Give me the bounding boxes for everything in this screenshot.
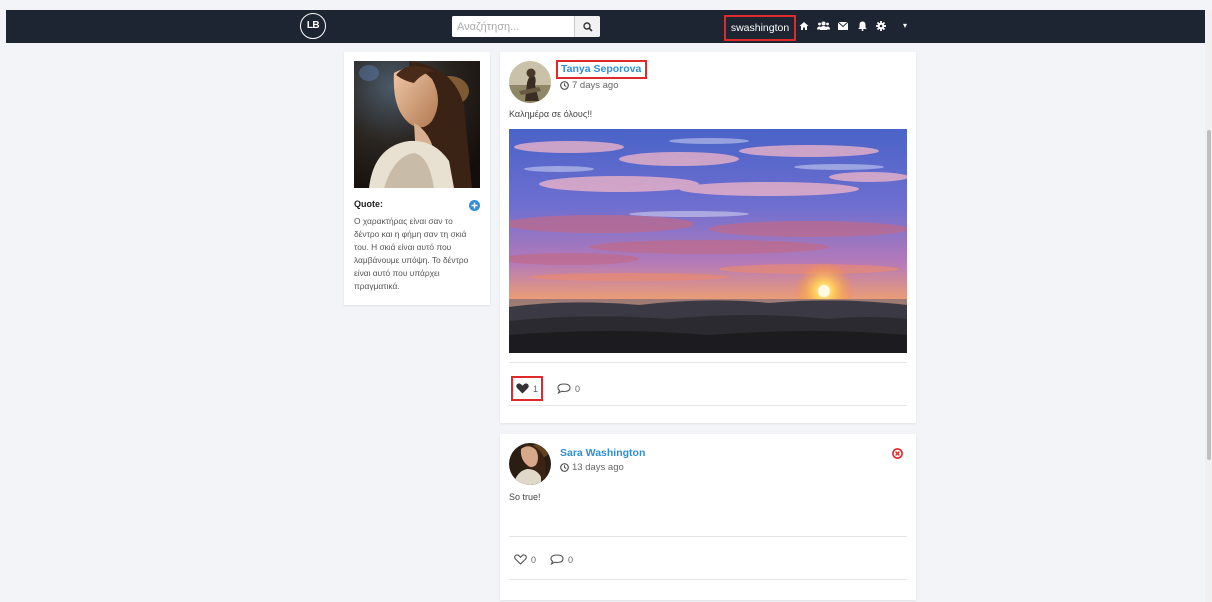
post-time-label: 7 days ago [572,80,619,91]
add-quote-icon[interactable] [469,198,480,211]
home-icon[interactable] [797,19,811,33]
author-name[interactable]: Sara Washington [560,447,645,459]
author-name[interactable]: Tanya Seporova [556,60,648,79]
envelope-icon[interactable] [836,19,850,33]
profile-link[interactable]: swashington [724,15,796,41]
divider [509,579,907,580]
bell-icon[interactable] [855,19,869,33]
chevron-down-icon[interactable]: ▾ [903,21,907,30]
search-input[interactable] [452,16,570,37]
delete-post-icon[interactable] [892,446,903,459]
comment-icon [557,383,571,394]
post-actions: 0 0 [514,554,573,565]
like-button[interactable]: 0 [514,554,536,565]
like-button[interactable]: 1 [511,376,544,401]
post-time: 7 days ago [560,80,618,91]
heart-filled-icon [516,383,529,394]
users-icon[interactable] [816,19,830,33]
post-text: So true! [509,492,541,502]
comment-icon [550,554,564,565]
like-count: 1 [533,383,539,394]
post-actions: 1 0 [511,376,580,401]
clock-icon [560,81,569,90]
search-button[interactable] [574,16,600,37]
search-box [452,16,600,37]
divider [509,536,907,537]
heart-outline-icon [514,554,527,565]
post-time-label: 13 days ago [572,462,624,473]
search-icon [582,21,593,32]
scrollbar-thumb[interactable] [1207,130,1211,460]
divider [509,405,907,406]
avatar[interactable] [509,61,551,103]
comment-count: 0 [568,554,574,565]
logo[interactable]: LB [300,13,326,39]
comment-count: 0 [575,383,581,394]
like-count: 0 [531,554,537,565]
gear-icon[interactable] [874,19,888,33]
comment-button[interactable]: 0 [557,383,580,394]
profile-card: Quote: Ο χαρακτήρας είναι σαν το δέντρο … [344,52,490,305]
quote-title: Quote: [354,199,383,209]
post-image[interactable] [509,129,907,353]
top-navbar: LB swashington ▾ [6,10,1205,43]
clock-icon [560,463,569,472]
quote-text: Ο χαρακτήρας είναι σαν το δέντρο και η φ… [354,216,469,291]
profile-photo [354,61,480,188]
post-time: 13 days ago [560,462,624,473]
avatar[interactable] [509,443,551,485]
comment-button[interactable]: 0 [550,554,573,565]
divider [509,362,907,363]
post-card: Tanya Seporova 7 days ago Καλημέρα σε όλ… [500,52,916,423]
post-text: Καλημέρα σε όλους!! [509,109,593,119]
post-card: Sara Washington 13 days ago So true! 0 0 [500,434,916,600]
